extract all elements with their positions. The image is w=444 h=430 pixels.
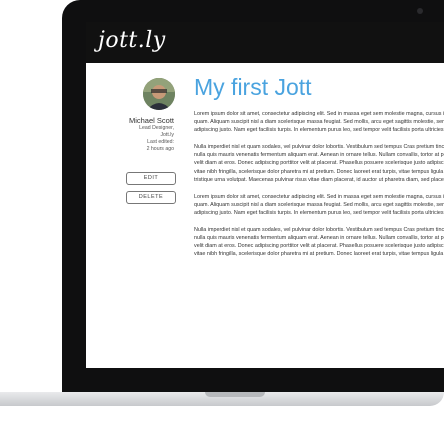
author-role: Lead Designer, — [139, 125, 174, 131]
content-fade — [86, 312, 444, 368]
avatar-image — [143, 78, 175, 110]
post-paragraph: Lorem ipsum dolor sit amet, consectetur … — [194, 111, 444, 134]
post-paragraph: Nulla imperdiet nisl et quam sodales, ve… — [194, 144, 444, 183]
app-logo[interactable]: jott.ly — [98, 28, 166, 53]
author-company: Jott.ly — [160, 132, 174, 138]
author-name: Michael Scott — [128, 116, 174, 125]
last-edited-label: Last edited: — [147, 139, 174, 145]
top-bar: jott.ly — [86, 22, 444, 63]
avatar — [143, 78, 175, 110]
last-edited-time: 2 hours ago — [146, 146, 174, 152]
post-title: My first Jott — [194, 74, 312, 100]
screen: jott.ly Michael Scott Lead Designer, Jot… — [86, 22, 444, 368]
post-paragraph: Lorem ipsum dolor sit amet, consectetur … — [194, 193, 444, 216]
post-body: Lorem ipsum dolor sit amet, consectetur … — [194, 110, 444, 267]
delete-button[interactable]: DELETE — [126, 191, 176, 204]
author-meta: Lead Designer, Jott.ly Last edited: 2 ho… — [139, 125, 174, 153]
edit-button[interactable]: EDIT — [126, 172, 176, 185]
laptop-notch — [205, 392, 265, 397]
post-paragraph: Nulla imperdiet nisl et quam sodales, ve… — [194, 227, 444, 258]
camera-dot — [417, 8, 423, 14]
